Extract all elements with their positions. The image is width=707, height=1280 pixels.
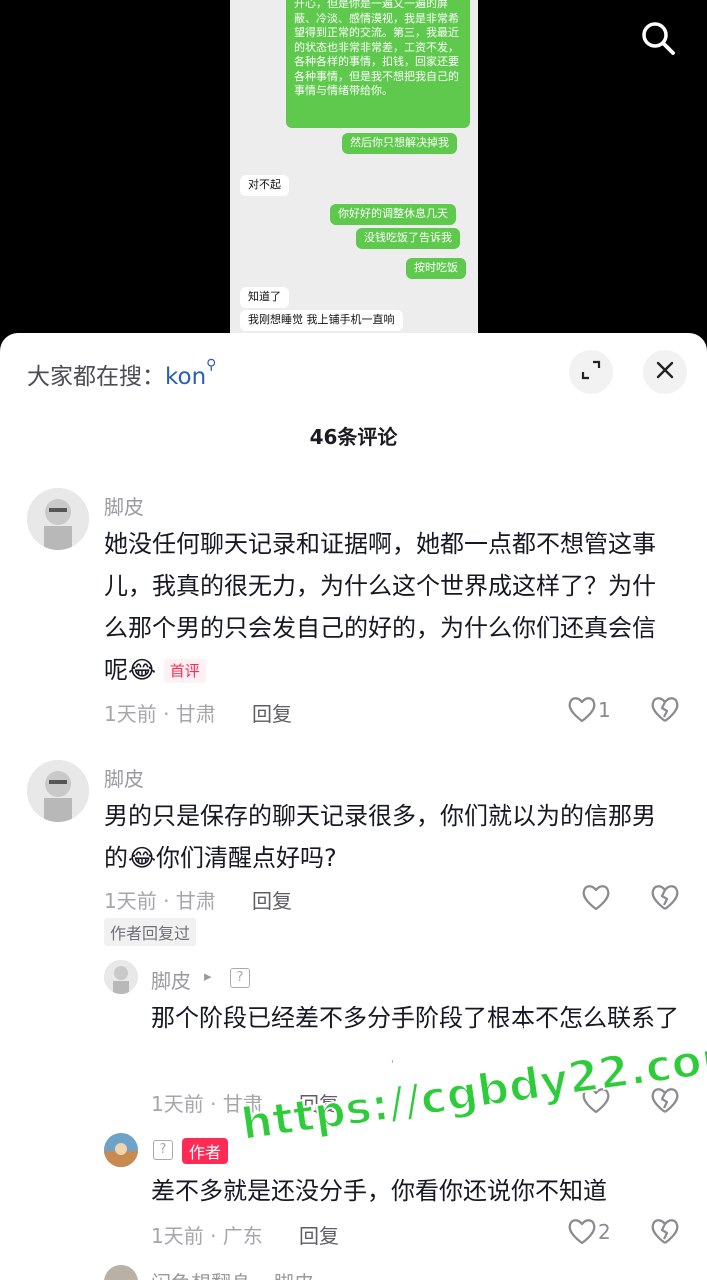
reply-to-arrow-icon: ▸ xyxy=(204,967,212,985)
dislike-broken-heart-icon[interactable] xyxy=(650,695,680,727)
chat-bubble-right: 没钱吃饭了告诉我 xyxy=(356,228,460,249)
close-icon xyxy=(655,360,675,384)
author-replied-badge: 作者回复过 xyxy=(104,918,197,946)
unknown-user-icon: ? xyxy=(230,968,250,988)
dislike-broken-heart-icon[interactable] xyxy=(650,1217,680,1249)
avatar[interactable] xyxy=(27,488,89,550)
comment-count-title: 46条评论 xyxy=(309,425,398,449)
like-count: 2 xyxy=(598,1220,611,1244)
comment-author-name[interactable]: 脚皮 xyxy=(104,763,144,792)
reply-author-name[interactable]: 脚皮 xyxy=(151,965,191,994)
author-badge: 作者 xyxy=(182,1138,229,1164)
like-heart-icon[interactable] xyxy=(567,1217,597,1249)
comment-text: 男的只是保存的聊天记录很多，你们就以为的信那男的😂你们清醒点好吗? xyxy=(104,802,656,872)
chat-bubble-left: 对不起 xyxy=(240,175,289,196)
unknown-user-icon: ? xyxy=(153,1140,173,1160)
search-icon[interactable] xyxy=(638,18,678,58)
avatar[interactable] xyxy=(104,1133,138,1167)
dislike-broken-heart-icon[interactable] xyxy=(650,883,680,915)
search-icon: ⚲ xyxy=(206,357,217,373)
comment-panel: 大家都在搜：kon⚲ 46条评论 脚皮 她没任何聊天记录和证据啊，她都一点都不想 xyxy=(0,333,707,1280)
video-player[interactable]: 开心，但是你是一遍又一遍的屏蔽、冷淡、感情漠视，我是非常希望得到正常的交流。第三… xyxy=(0,0,707,345)
like-heart-icon[interactable] xyxy=(581,883,611,915)
like-count: 1 xyxy=(598,698,611,722)
search-hint-prefix: 大家都在搜： xyxy=(27,364,165,390)
avatar[interactable] xyxy=(27,760,89,822)
first-comment-badge: 首评 xyxy=(163,659,206,683)
avatar[interactable] xyxy=(104,960,138,994)
comment-author-name[interactable]: 脚皮 xyxy=(104,491,144,520)
comment-meta: 1天前 · 甘肃 xyxy=(104,702,216,726)
reply-text: 差不多就是还没分手，你看你还说你不知道 xyxy=(151,1177,607,1205)
chat-bubble-left: 知道了 xyxy=(240,287,289,308)
avatar[interactable] xyxy=(104,1265,138,1280)
like-heart-icon[interactable] xyxy=(567,695,597,727)
trending-search-hint[interactable]: 大家都在搜：kon⚲ xyxy=(27,357,216,391)
close-button[interactable] xyxy=(643,350,687,394)
chat-bubble-right: 按时吃饭 xyxy=(406,258,466,279)
comment-meta: 1天前 · 甘肃 xyxy=(104,889,216,913)
reply-button[interactable]: 回复 xyxy=(252,885,292,914)
reply-meta: 1天前 · 广东 xyxy=(151,1224,263,1248)
chat-screenshot-image: 开心，但是你是一遍又一遍的屏蔽、冷淡、感情漠视，我是非常希望得到正常的交流。第三… xyxy=(230,0,478,345)
expand-button[interactable] xyxy=(569,350,613,394)
reply-author-name[interactable]: 闲鱼想翻身 ▸ 脚皮 xyxy=(151,1267,314,1280)
chat-bubble-right: 你好好的调整休息几天 xyxy=(330,204,456,225)
search-hint-keyword[interactable]: kon xyxy=(165,364,206,390)
chat-bubble-left: 我刚想睡觉 我上铺手机一直响 xyxy=(240,310,403,331)
comment-text: 她没任何聊天记录和证据啊，她都一点都不想管这事儿，我真的很无力，为什么这个世界成… xyxy=(104,523,674,691)
reply-button[interactable]: 回复 xyxy=(299,1220,339,1249)
chat-bubble-right: 开心，但是你是一遍又一遍的屏蔽、冷淡、感情漠视，我是非常希望得到正常的交流。第三… xyxy=(286,0,470,128)
reply-button[interactable]: 回复 xyxy=(252,698,292,727)
expand-icon xyxy=(580,359,602,385)
chat-bubble-right: 然后你只想解决掉我 xyxy=(342,133,457,154)
